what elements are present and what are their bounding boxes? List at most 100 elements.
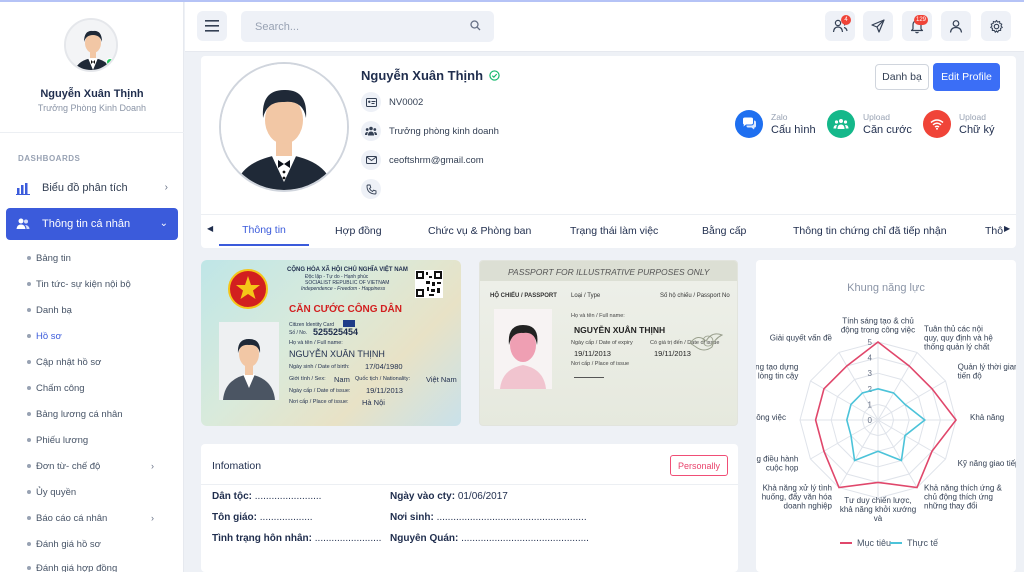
profile-tabs: ◀ Thông tin Hợp đồng Chức vụ & Phòng ban… — [201, 214, 1016, 246]
sidebar-subitem-profile[interactable]: Hồ sơ — [27, 326, 176, 346]
tab-scroll-right-icon[interactable]: ▶ — [1004, 224, 1010, 233]
sidebar-subitem-contacts[interactable]: Danh bạ — [27, 300, 176, 320]
personally-button[interactable]: Personally — [670, 455, 728, 476]
id-name: NGUYỄN XUÂN THỊNH — [289, 349, 385, 359]
tab-scroll-left-icon[interactable]: ◀ — [207, 224, 213, 233]
wifi-icon — [923, 110, 951, 138]
birthplace-label: Nơi sinh: — [390, 512, 434, 523]
id-sex: Nam — [334, 375, 350, 384]
radar-category-label: Kỹ năng giao tiếp — [958, 459, 1016, 468]
sidebar-subitem-salary-table[interactable]: Bảng lương cá nhân — [27, 404, 176, 424]
citizen-id-card-image[interactable]: CỘNG HÒA XÃ HỘI CHỦ NGHĨA VIỆT NAM Độc l… — [201, 260, 461, 426]
email-text: ceoftshrm@gmail.com — [389, 154, 484, 166]
position-row: Trưởng phòng kinh doanh — [361, 121, 499, 141]
sidebar-item-personal-info[interactable]: Thông tin cá nhân ⌄ — [6, 208, 178, 240]
upload-signature-button[interactable]: Upload Chữ ký — [923, 110, 994, 138]
national-emblem-icon — [228, 269, 268, 309]
sidebar-subitem-contract-review[interactable]: Đánh giá hợp đồng — [27, 558, 176, 572]
sidebar-item-analytics[interactable]: Biểu đồ phân tích › — [6, 172, 178, 204]
sidebar-subitem-personal-report[interactable]: Báo cáo cá nhân › — [27, 508, 176, 528]
users-button[interactable]: 4 — [825, 11, 855, 41]
id-place-label: Nơi cấp / Place of issue: — [289, 399, 349, 405]
menu-toggle-button[interactable] — [197, 11, 227, 41]
legend-actual-label: Thực tế — [907, 538, 939, 548]
legend-actual[interactable]: Thực tế — [890, 538, 938, 548]
search-icon[interactable] — [470, 20, 481, 31]
passport-photo — [494, 309, 552, 389]
tab-certificates[interactable]: Thông tin chứng chỉ đã tiếp nhận — [793, 215, 947, 246]
upload-top-label: Upload — [959, 112, 986, 122]
phone-call-icon[interactable] — [361, 179, 381, 199]
radar-category-label: công việc — [756, 413, 786, 422]
passport-issue: 19/11/2013 — [574, 349, 611, 358]
passport-bird-watermark-icon — [689, 333, 724, 351]
notifications-badge: 129 — [913, 15, 928, 25]
sidebar-subitem-requests[interactable]: Đơn từ- chế độ › — [27, 456, 176, 476]
user-icon — [949, 20, 963, 33]
tab-info[interactable]: Thông tin — [219, 215, 309, 246]
hamburger-icon — [205, 20, 219, 32]
tab-more[interactable]: Thô — [985, 215, 1003, 246]
send-button[interactable] — [863, 11, 893, 41]
upload-id-card-button[interactable]: Upload Căn cước — [827, 110, 912, 138]
avatar-photo — [221, 64, 347, 190]
sidebar-item-label: Thông tin cá nhân — [42, 218, 131, 230]
sidebar-user-name: Nguyễn Xuân Thịnh — [40, 88, 144, 100]
passport-place-line — [574, 377, 604, 378]
account-button[interactable] — [941, 11, 971, 41]
radar-category-label: Giải quyết vấn đề — [770, 333, 833, 342]
radar-category-label: Tính sáng tạo & chủ động trong công việc — [841, 317, 915, 335]
id-header-4: Independence - Freedom - Happiness — [301, 286, 386, 292]
phone-row — [361, 179, 389, 199]
upload-top-label: Zalo — [771, 112, 788, 122]
chevron-right-icon: › — [151, 513, 154, 523]
religion-field: Tôn giáo: ................... — [212, 512, 313, 523]
tab-degrees[interactable]: Bằng cấp — [702, 215, 746, 246]
radar-chart: 0 1 2 3 4 5 Tính sáng tạo & chủ động trong công… — [756, 317, 1016, 524]
legend-target-swatch — [840, 542, 852, 544]
marital-label: Tình trạng hôn nhân: — [212, 533, 312, 544]
sidebar-subitem-update-profile[interactable]: Cập nhật hồ sơ — [27, 352, 176, 372]
group-icon — [827, 110, 855, 138]
mail-icon — [361, 150, 381, 170]
profile-name-row: Nguyễn Xuân Thịnh — [361, 68, 500, 83]
radar-category-label: Tư duy chiến lược, khả năng khởi xướng và — [840, 496, 916, 523]
search-input[interactable] — [241, 11, 494, 42]
passport-issue-label: Ngày cấp / Date of expiry — [571, 340, 633, 346]
profile-name: Nguyễn Xuân Thịnh — [361, 68, 484, 83]
sidebar-subitem-payslip[interactable]: Phiếu lương — [27, 430, 176, 450]
legend-target[interactable]: Mục tiêu — [840, 538, 891, 548]
chevron-right-icon: › — [164, 182, 168, 193]
settings-button[interactable] — [981, 11, 1011, 41]
tab-work-status[interactable]: Trạng thái làm việc — [570, 215, 658, 246]
sidebar-subitem-delegation[interactable]: Ủy quyền — [27, 482, 176, 502]
position-text: Trưởng phòng kinh doanh — [389, 125, 499, 137]
sidebar-subitem-internal-news[interactable]: Tin tức- sự kiện nội bộ — [27, 274, 176, 294]
radar-tick-label: 4 — [868, 354, 873, 363]
chat-icon — [735, 110, 763, 138]
ethnic-value: ........................ — [254, 491, 322, 502]
users-badge: 4 — [841, 15, 851, 25]
sidebar-user-role: Trưởng Phòng Kinh Doanh — [37, 103, 147, 113]
sidebar-divider — [0, 132, 184, 133]
notifications-button[interactable]: 129 — [902, 11, 932, 41]
id-title: CĂN CƯỚC CÔNG DÂN — [289, 304, 402, 315]
sidebar-avatar[interactable] — [64, 18, 118, 72]
zalo-config-button[interactable]: Zalo Cấu hình — [735, 110, 816, 138]
profile-avatar[interactable] — [219, 62, 349, 192]
birthplace-field: Nơi sinh: ..............................… — [390, 512, 587, 523]
edit-profile-button[interactable]: Edit Profile — [933, 63, 1000, 91]
top-header: 4 129 — [185, 2, 1024, 52]
radar-category-label: Kỹ năng điều hànhcuộc họp — [756, 455, 799, 473]
id-nationality-label: Quốc tịch / Nationality: — [355, 376, 411, 382]
tab-position-department[interactable]: Chức vụ & Phòng ban — [428, 215, 531, 246]
id-place: Hà Nội — [362, 398, 385, 407]
passport-image[interactable]: PASSPORT FOR ILLUSTRATIVE PURPOSES ONLY … — [479, 260, 738, 426]
sidebar-subitem-attendance[interactable]: Chấm công — [27, 378, 176, 398]
qr-code-icon — [415, 270, 443, 298]
sidebar-subitem-profile-review[interactable]: Đánh giá hồ sơ — [27, 534, 176, 554]
sidebar-subitem-newsfeed[interactable]: Bảng tin — [27, 248, 176, 268]
sidebar-subitem-label: Báo cáo cá nhân — [36, 512, 108, 524]
tab-contract[interactable]: Hợp đồng — [335, 215, 382, 246]
contacts-button[interactable]: Danh bạ — [875, 64, 929, 90]
